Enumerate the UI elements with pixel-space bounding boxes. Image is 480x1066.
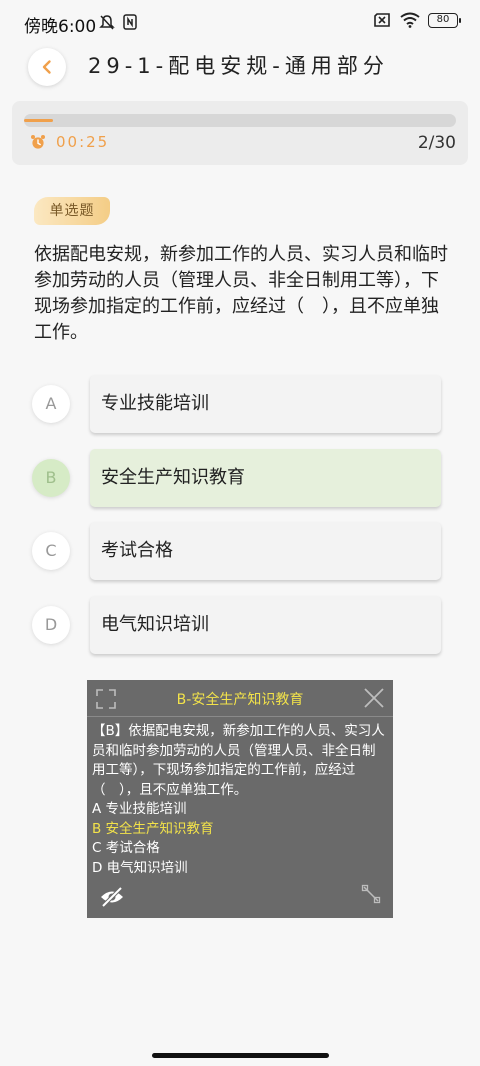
option-card[interactable]: 考试合格 [90, 522, 441, 580]
question-type-badge: 单选题 [34, 197, 110, 225]
progress-bar [24, 114, 456, 127]
progress-fill [24, 119, 53, 122]
timer: 00:25 [30, 133, 109, 151]
option-letter[interactable]: B [32, 459, 70, 497]
close-icon[interactable] [363, 687, 385, 713]
eye-off-icon[interactable] [99, 885, 125, 913]
option-card[interactable]: 电气知识培训 [90, 596, 441, 654]
status-bar: 傍晚6:00 80 [0, 0, 480, 44]
option-letter[interactable]: A [32, 385, 70, 423]
overlay-option-a: A 专业技能培训 [92, 801, 187, 817]
status-time: 傍晚6:00 [24, 17, 97, 37]
status-icons-left [98, 13, 138, 31]
page-title: 29-1-配电安规-通用部分 [88, 54, 389, 78]
question-text: 依据配电安规，新参加工作的人员、实习人员和临时参加劳动的人员（管理人员、非全日制… [34, 244, 448, 343]
nfc-icon [123, 14, 137, 30]
option-a[interactable]: A 专业技能培训 [0, 375, 480, 435]
overlay-option-b: B 安全生产知识教育 [92, 820, 214, 837]
mute-icon [99, 15, 115, 30]
home-indicator[interactable] [152, 1053, 329, 1058]
overlay-title: B-安全生产知识教育 [176, 692, 304, 708]
overlay-option-c: C 考试合格 [92, 840, 160, 856]
option-letter[interactable]: D [32, 606, 70, 644]
alarm-clock-icon [31, 135, 45, 149]
overlay-option-d: D 电气知识培训 [92, 859, 188, 876]
resize-handle-icon[interactable] [361, 884, 381, 908]
overlay-body: 【B】依据配电安规，新参加工作的人员、实习人员和临时参加劳动的人员（管理人员、非… [92, 722, 388, 878]
status-icons-right: 80 [372, 12, 461, 28]
option-card[interactable]: 专业技能培训 [90, 375, 441, 433]
back-button[interactable] [28, 48, 66, 86]
timer-text: 00:25 [56, 133, 110, 151]
sim-off-icon [374, 13, 390, 27]
wifi-icon [400, 12, 420, 28]
progress-card: 00:25 2/30 [12, 101, 468, 165]
option-c[interactable]: C 考试合格 [0, 522, 480, 582]
option-b[interactable]: B 安全生产知识教育 [0, 449, 480, 509]
question-counter: 2/30 [417, 133, 456, 153]
option-d[interactable]: D 电气知识培训 [0, 596, 480, 656]
option-letter[interactable]: C [32, 532, 70, 570]
chevron-left-icon [42, 60, 51, 74]
option-card[interactable]: 安全生产知识教育 [90, 449, 441, 507]
answer-overlay[interactable]: B-安全生产知识教育 【B】依据配电安规，新参加工作的人员、实习人员和临时参加劳… [87, 680, 393, 918]
overlay-question-text: 【B】依据配电安规，新参加工作的人员、实习人员和临时参加劳动的人员（管理人员、非… [92, 723, 385, 798]
battery-icon: 80 [428, 12, 461, 28]
overlay-header: B-安全生产知识教育 [87, 680, 393, 717]
